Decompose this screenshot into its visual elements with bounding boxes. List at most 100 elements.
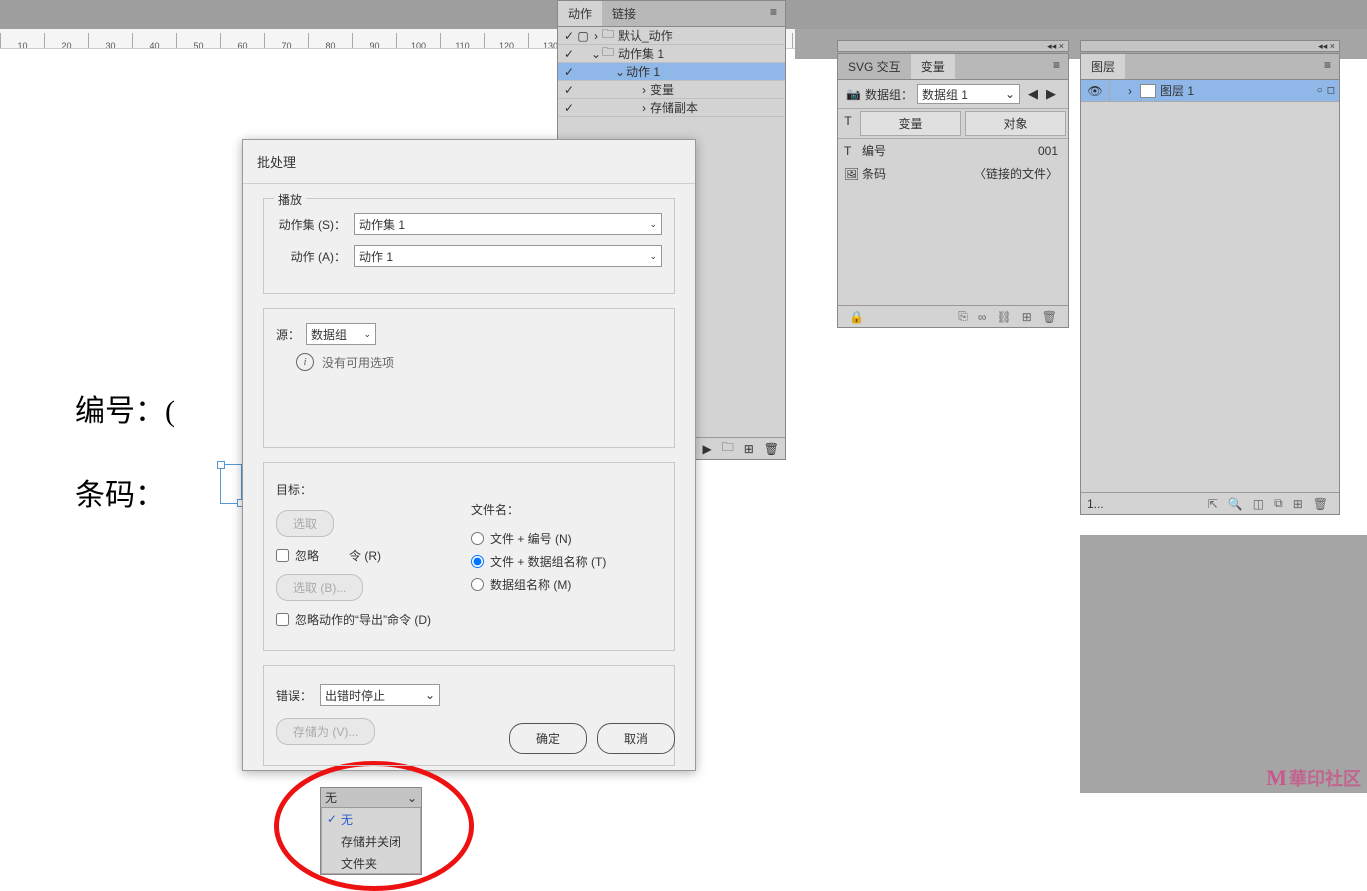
label-dataset: 数据组： [865, 86, 913, 103]
dialog-title: 批处理 [243, 140, 695, 184]
link-icon[interactable]: ∞ [973, 310, 992, 324]
twirl-icon[interactable]: › [590, 29, 602, 43]
folder-icon: 🗀 [602, 43, 616, 64]
camera-icon[interactable]: 📷 [846, 87, 861, 101]
trash-icon[interactable]: 🗑 [1037, 310, 1062, 324]
prev-dataset-icon[interactable]: ◀ [1024, 86, 1042, 102]
target-icon[interactable]: ○ [1317, 85, 1323, 96]
capture-icon[interactable]: ⎘ [953, 309, 973, 324]
chevron-down-icon: ⌄ [425, 688, 435, 702]
new-layer-icon[interactable]: ⊞ [1288, 497, 1308, 511]
tab-actions[interactable]: 动作 [558, 1, 602, 26]
action-row[interactable]: ✓ › 存储副本 [558, 99, 785, 117]
label-target: 目标： [276, 481, 312, 498]
target-option-folder[interactable]: 文件夹 [321, 852, 421, 874]
choose-button-disabled: 选取 [276, 510, 334, 537]
layers-panel-collapse-bar[interactable]: ◂◂ × [1080, 40, 1340, 52]
clip-icon[interactable]: ◫ [1248, 497, 1269, 511]
layer-name: 图层 1 [1160, 82, 1194, 99]
folder-icon[interactable]: 🗀 [722, 438, 734, 459]
next-dataset-icon[interactable]: ▶ [1042, 86, 1060, 102]
unlink-icon[interactable]: ⛓ [991, 310, 1016, 324]
tab-layers[interactable]: 图层 [1081, 54, 1125, 79]
panel-menu-icon[interactable]: ≡ [1045, 54, 1068, 79]
twirl-icon[interactable]: ⌄ [590, 47, 602, 61]
tab-variables[interactable]: 变量 [911, 54, 955, 79]
new-sublayer-icon[interactable]: ⧉ [1269, 496, 1288, 511]
action-label: 变量 [650, 81, 674, 98]
dialog-toggle-icon[interactable]: ▢ [576, 29, 590, 43]
col-header-object[interactable]: 对象 [965, 111, 1066, 136]
check-icon[interactable]: ✓ [562, 83, 576, 97]
variable-row[interactable]: 🖼 条码 〈链接的文件〉 [838, 162, 1068, 185]
group-title-play: 播放 [274, 191, 306, 208]
target-option-none[interactable]: ✓无 [321, 808, 421, 830]
check-icon[interactable]: ✓ [562, 101, 576, 115]
save-as-button-disabled: 存储为 (V)... [276, 718, 375, 745]
action-row[interactable]: ✓ › 变量 [558, 81, 785, 99]
radio-file-number[interactable] [471, 532, 484, 545]
batch-dialog: 批处理 播放 动作集 (S)： 动作集 1 ⌄ 动作 (A)： 动作 1 ⌄ 源 [242, 139, 696, 771]
play-icon[interactable]: ▶ [702, 442, 711, 456]
radio-dataset-name[interactable] [471, 578, 484, 591]
chevron-down-icon: ⌄ [649, 219, 657, 230]
locate-icon[interactable]: ⇱ [1203, 497, 1223, 511]
cancel-button[interactable]: 取消 [597, 723, 675, 754]
layers-footer: 1... ⇱ 🔍 ◫ ⧉ ⊞ 🗑 [1081, 492, 1339, 514]
label-filename: 文件名： [471, 501, 606, 518]
type-column-icon: T [838, 111, 858, 136]
action-row[interactable]: ✓ ⌄ 🗀 动作集 1 [558, 45, 785, 63]
action-label: 动作 1 [626, 63, 660, 80]
selection-box[interactable] [220, 464, 242, 504]
panel-menu-icon[interactable]: ≡ [1316, 54, 1339, 79]
vars-panel-collapse-bar[interactable]: ◂◂ × [837, 40, 1069, 52]
checkbox-ignore-export[interactable] [276, 613, 289, 626]
select-error[interactable]: 出错时停止 ⌄ [320, 684, 440, 706]
target-option-save-close[interactable]: 存储并关闭 [321, 830, 421, 852]
twirl-icon[interactable]: › [638, 83, 650, 97]
collapse-icon[interactable]: ◂◂ [1047, 41, 1056, 52]
action-row[interactable]: ✓ ▢ › 🗀 默认_动作 [558, 27, 785, 45]
new-icon[interactable]: ⊞ [744, 442, 754, 456]
search-icon[interactable]: 🔍 [1223, 497, 1248, 511]
target-dropdown-open: 无 ⌄ ✓无 存储并关闭 文件夹 [320, 787, 422, 875]
trash-icon[interactable]: 🗑 [1308, 497, 1333, 511]
chevron-down-icon: ⌄ [649, 251, 657, 262]
layer-thumbnail [1140, 84, 1156, 98]
collapse-icon[interactable]: ◂◂ [1318, 41, 1327, 52]
info-icon: i [296, 353, 314, 371]
check-icon[interactable]: ✓ [562, 47, 576, 61]
twirl-icon[interactable]: ⌄ [614, 65, 626, 79]
target-select[interactable]: 无 ⌄ [321, 788, 421, 808]
select-action-set[interactable]: 动作集 1 ⌄ [354, 213, 662, 235]
select-dataset[interactable]: 数据组 1 ⌄ [917, 84, 1020, 104]
close-icon[interactable]: × [1330, 41, 1335, 51]
play-group: 播放 动作集 (S)： 动作集 1 ⌄ 动作 (A)： 动作 1 ⌄ [263, 198, 675, 294]
visibility-icon[interactable]: 👁 [1085, 84, 1105, 98]
action-row-selected[interactable]: ✓ ⌄ 动作 1 [558, 63, 785, 81]
radio-file-dataset[interactable] [471, 555, 484, 568]
twirl-icon[interactable]: › [1128, 84, 1140, 98]
select-action[interactable]: 动作 1 ⌄ [354, 245, 662, 267]
check-icon[interactable]: ✓ [562, 65, 576, 79]
select-source[interactable]: 数据组 ⌄ [306, 323, 376, 345]
selection-indicator[interactable]: ◻ [1327, 85, 1335, 96]
panel-menu-icon[interactable]: ≡ [762, 1, 785, 26]
tab-svg-interact[interactable]: SVG 交互 [838, 54, 911, 79]
check-icon[interactable]: ✓ [562, 29, 576, 43]
tab-links[interactable]: 链接 [602, 1, 646, 26]
layer-row[interactable]: 👁 › 图层 1 ○ ◻ [1081, 80, 1339, 102]
chevron-down-icon: ⌄ [363, 329, 371, 340]
checkbox-ignore-save[interactable] [276, 549, 289, 562]
label-action: 动作 (A)： [276, 248, 354, 265]
canvas-bg-right-lower [1080, 535, 1367, 793]
action-label: 存储副本 [650, 99, 698, 116]
twirl-icon[interactable]: › [638, 101, 650, 115]
ok-button[interactable]: 确定 [509, 723, 587, 754]
close-icon[interactable]: × [1059, 41, 1064, 51]
new-icon[interactable]: ⊞ [1017, 310, 1037, 324]
variable-row[interactable]: T 编号 001 [838, 139, 1068, 162]
trash-icon[interactable]: 🗑 [764, 442, 779, 456]
col-header-variable[interactable]: 变量 [860, 111, 961, 136]
lock-icon[interactable]: 🔒 [844, 310, 869, 324]
